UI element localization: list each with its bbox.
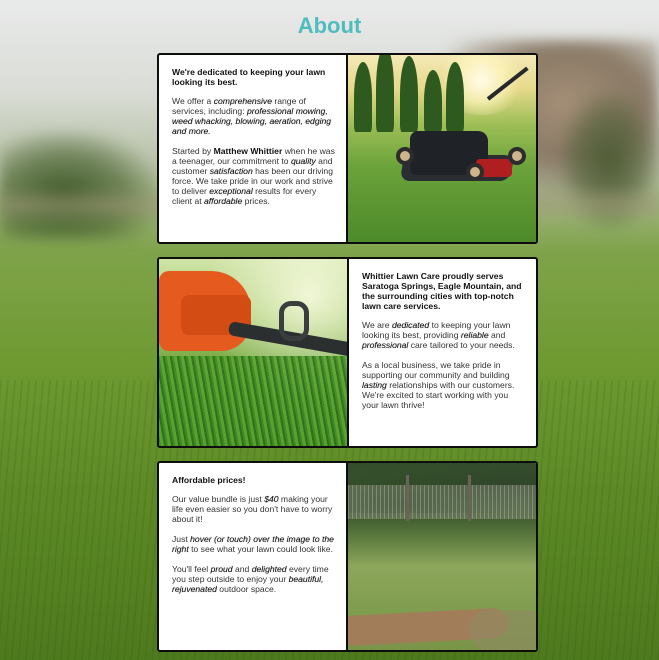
text: As a local business, we take pride in su… — [362, 360, 510, 380]
card-paragraph: We offer a comprehensive range of servic… — [172, 96, 336, 136]
card-text: We're dedicated to keeping your lawn loo… — [159, 55, 346, 242]
text: We offer a — [172, 96, 214, 106]
mower-wheel — [466, 163, 484, 181]
text: care tailored to your needs. — [408, 340, 515, 350]
price: $40 — [264, 494, 279, 504]
emphasis: comprehensive — [213, 96, 272, 106]
text: Our value bundle is just — [172, 494, 265, 504]
about-card-service-area: Whittier Lawn Care proudly serves Sarato… — [157, 257, 538, 448]
string-trimmer-image — [159, 259, 347, 446]
card-paragraph: Just hover (or touch) over the image to … — [172, 534, 336, 554]
about-card-pricing: Affordable prices! Our value bundle is j… — [157, 461, 538, 652]
chain-link-fence — [348, 485, 536, 519]
emphasis: dedicated — [391, 320, 430, 330]
text: We are — [362, 320, 392, 330]
trimmer-grip — [279, 301, 309, 341]
mower-wheel — [396, 147, 414, 165]
emphasis: affordable — [204, 196, 243, 206]
card-paragraph: Our value bundle is just $40 making your… — [172, 494, 336, 524]
mower-wheel — [508, 147, 526, 165]
lawn-mower-image — [348, 55, 536, 242]
card-text: Affordable prices! Our value bundle is j… — [159, 463, 346, 650]
emphasis: professional — [362, 340, 409, 350]
emphasis: satisfaction — [209, 166, 253, 176]
grass — [159, 356, 347, 446]
emphasis: exceptional — [209, 186, 253, 196]
fence-post — [468, 475, 471, 521]
page-title: About — [297, 13, 362, 38]
emphasis: reliable — [460, 330, 489, 340]
card-paragraph: As a local business, we take pride in su… — [362, 360, 526, 410]
text: Just — [172, 534, 191, 544]
text: and — [488, 330, 506, 340]
text: and — [232, 564, 252, 574]
emphasis: proud — [210, 564, 233, 574]
card-heading: We're dedicated to keeping your lawn loo… — [172, 67, 326, 87]
cypress-tree — [446, 62, 464, 132]
cypress-tree — [376, 55, 394, 132]
cypress-tree — [424, 70, 442, 132]
text: prices. — [242, 196, 270, 206]
text: You'll feel — [172, 564, 211, 574]
card-text: Whittier Lawn Care proudly serves Sarato… — [349, 259, 536, 446]
emphasis: quality — [290, 156, 316, 166]
cypress-tree — [354, 62, 372, 132]
founder-name: Matthew Whittier — [213, 146, 283, 156]
emphasis: delighted — [251, 564, 287, 574]
card-paragraph: You'll feel proud and delighted every ti… — [172, 564, 336, 594]
text: outdoor space. — [216, 584, 277, 594]
cypress-tree — [400, 56, 418, 132]
card-paragraph: Started by Matthew Whittier when he was … — [172, 146, 336, 206]
about-card-dedicated: We're dedicated to keeping your lawn loo… — [157, 53, 538, 244]
dirt-patch — [468, 610, 536, 650]
card-heading: Affordable prices! — [172, 475, 246, 485]
background-tree — [560, 90, 659, 230]
text: to see what your lawn could look like. — [188, 544, 333, 554]
background-tree — [0, 130, 160, 240]
before-after-lawn-image[interactable] — [348, 463, 536, 650]
card-paragraph: We are dedicated to keeping your lawn lo… — [362, 320, 526, 350]
card-heading: Whittier Lawn Care proudly serves Sarato… — [362, 271, 522, 311]
fence-post — [406, 475, 409, 521]
text: Started by — [172, 146, 214, 156]
emphasis: lasting — [362, 380, 387, 390]
